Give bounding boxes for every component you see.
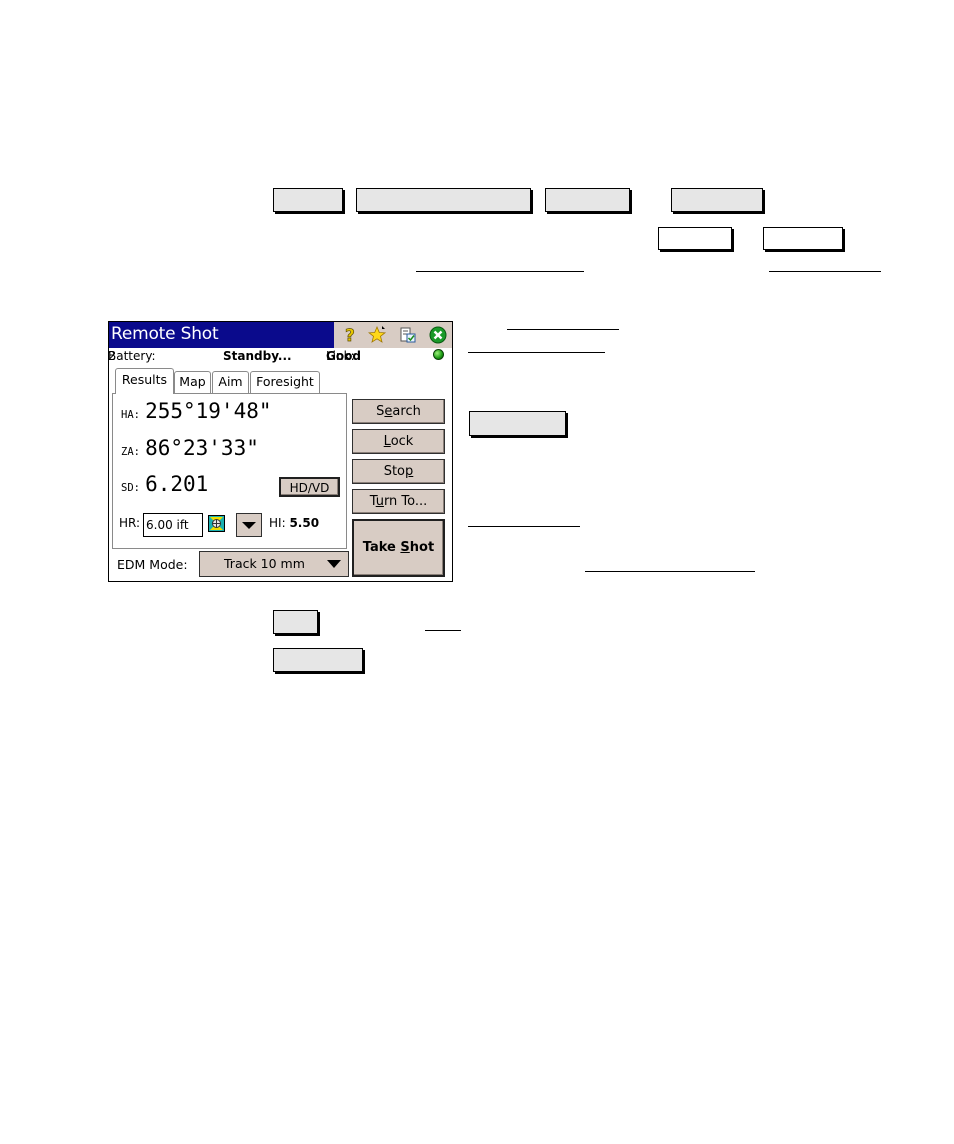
edm-mode-value: Track 10 mm (224, 556, 305, 571)
doc-button-placeholder-1 (273, 188, 343, 212)
doc-key-placeholder-2 (763, 227, 843, 250)
turn-to-button[interactable]: Turn To... (352, 489, 445, 514)
stop-button[interactable]: Stop (352, 459, 445, 484)
favorites-star-icon[interactable] (368, 325, 388, 345)
doc-underline-4 (468, 352, 605, 353)
link-indicator-icon (433, 349, 444, 360)
window-title: Remote Shot (111, 324, 219, 344)
take-shot-button[interactable]: Take Shot (352, 519, 445, 577)
doc-button-placeholder-7 (273, 648, 363, 672)
lock-button[interactable]: Lock (352, 429, 445, 454)
status-row: Battery: 2 Standby... Link: Good (109, 349, 452, 365)
rod-height-input[interactable]: 6.00 ift (143, 513, 203, 537)
doc-button-placeholder-4 (671, 188, 763, 212)
rod-height-dropdown-button[interactable] (236, 513, 262, 537)
search-button[interactable]: Search (352, 399, 445, 424)
horizontal-angle: HA: 255°19'48" (121, 399, 272, 423)
help-icon[interactable]: ? (340, 325, 360, 345)
horizontal-angle-value: 255°19'48" (145, 399, 272, 423)
title-bar: Remote Shot ? (109, 322, 452, 348)
tab-map[interactable]: Map (174, 371, 211, 393)
doc-underline-5 (468, 526, 580, 527)
doc-underline-2 (769, 271, 881, 272)
doc-underline-7 (425, 630, 461, 631)
doc-underline-3 (507, 329, 619, 330)
remote-shot-window: Remote Shot ? Battery: 2 Standby... Link… (108, 321, 453, 582)
hd-vd-button[interactable]: HD/VD (279, 477, 340, 497)
close-icon[interactable] (428, 325, 448, 345)
chevron-down-icon (242, 522, 256, 529)
link-status: Link: Good (326, 349, 361, 363)
doc-button-placeholder-2 (356, 188, 531, 212)
tab-aim[interactable]: Aim (212, 371, 249, 393)
slope-distance-value: 6.201 (145, 472, 209, 496)
tab-foresight[interactable]: Foresight (250, 371, 320, 393)
edm-mode-label: EDM Mode: (117, 557, 188, 572)
doc-button-placeholder-6 (273, 610, 318, 634)
zenith-angle-value: 86°23'33" (145, 436, 259, 460)
checklist-icon[interactable] (398, 325, 418, 345)
hr-label: HR: (119, 516, 141, 530)
instrument-height: HI: 5.50 (269, 516, 320, 530)
doc-underline-6 (585, 571, 755, 572)
tab-results[interactable]: Results (115, 368, 174, 394)
results-panel: HA: 255°19'48" ZA: 86°23'33" SD: 6.201 H… (112, 393, 347, 549)
edm-mode-select[interactable]: Track 10 mm (199, 551, 349, 577)
doc-key-placeholder-1 (658, 227, 732, 250)
doc-underline-1 (416, 271, 584, 272)
doc-button-placeholder-5 (469, 411, 566, 436)
slope-distance: SD: 6.201 (121, 472, 209, 496)
target-prism-icon[interactable] (208, 515, 225, 532)
doc-button-placeholder-3 (545, 188, 630, 212)
zenith-angle: ZA: 86°23'33" (121, 436, 259, 460)
chevron-down-icon (327, 560, 341, 568)
instrument-state: Standby... (223, 349, 292, 363)
svg-text:?: ? (345, 326, 355, 344)
instrument-height-value: 5.50 (289, 516, 320, 530)
title-icon-strip: ? (334, 322, 452, 348)
